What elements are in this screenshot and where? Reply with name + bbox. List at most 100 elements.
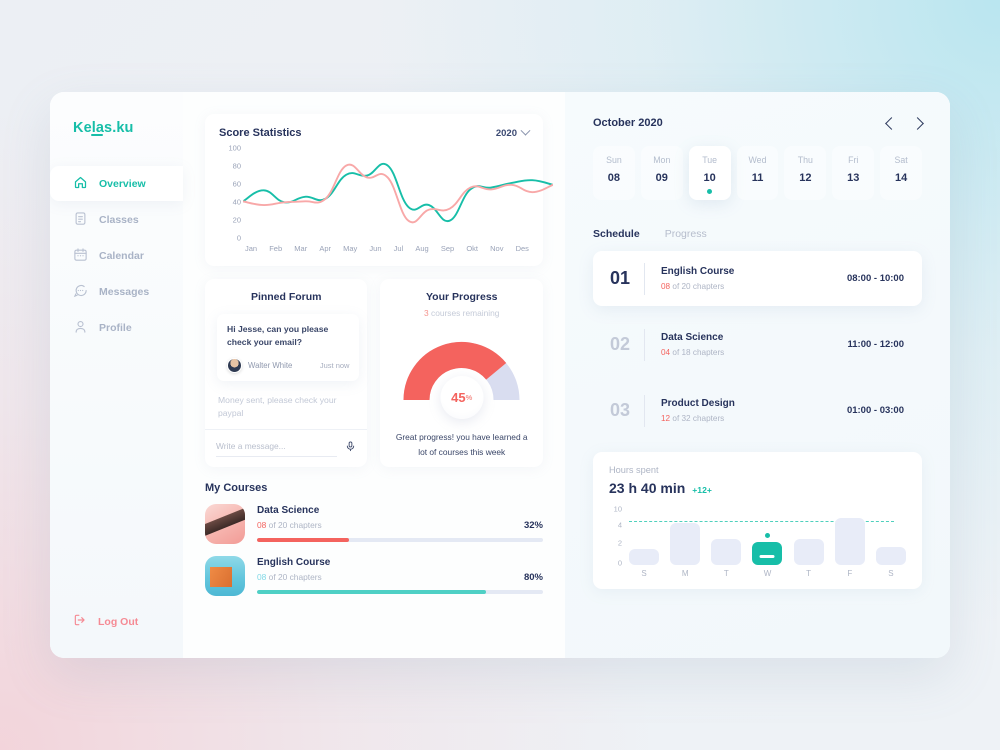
sidebar-item-label: Messages (99, 285, 150, 298)
sidebar-item-profile[interactable]: Profile (50, 310, 183, 345)
bar-column[interactable] (711, 539, 742, 565)
course-body: Data Science 08 of 20 chapters 32% (257, 504, 543, 542)
hours-spent-card: Hours spent 23 h 40 min +12+ 10 4 2 0 S … (593, 452, 922, 589)
bar (834, 518, 865, 565)
x-tick: Des (515, 244, 529, 253)
calendar-month: October 2020 (593, 117, 663, 129)
my-courses-title: My Courses (205, 482, 268, 494)
y-tick: 20 (232, 215, 241, 225)
calendar-icon (73, 247, 88, 265)
dashboard-window: Kelas.ku Overview Classes Calendar Messa… (50, 92, 950, 658)
schedule-item[interactable]: 02 Data Science 04 of 18 chapters 11:00 … (593, 317, 922, 372)
x-tick: Aug (415, 244, 429, 253)
calendar-day-fri[interactable]: Fri 13 (832, 146, 875, 200)
calendar-day-tue[interactable]: Tue 10 (688, 146, 731, 200)
hours-label: Hours spent (609, 465, 659, 475)
sidebar-item-calendar[interactable]: Calendar (50, 238, 183, 273)
course-chapters: 08 of 20 chapters (257, 520, 322, 530)
bar-column[interactable] (629, 549, 659, 565)
forum-time: Just now (319, 360, 350, 370)
y-tick: 60 (232, 179, 241, 189)
bar-column[interactable] (670, 523, 701, 565)
course-chapters-done: 08 (257, 572, 267, 582)
score-chart-svg (243, 162, 553, 224)
x-axis-labels: Jan Feb Mar Apr May Jun Jul Aug Sep Okt … (245, 244, 529, 253)
chevron-left-icon[interactable] (885, 116, 898, 130)
panel-tabs: Schedule Progress (593, 228, 922, 240)
schedule-number: 02 (610, 334, 631, 354)
day-number: 08 (607, 172, 621, 184)
course-progress-fill (257, 590, 486, 594)
course-row[interactable]: Data Science 08 of 20 chapters 32% (205, 504, 543, 544)
day-number: 09 (655, 172, 668, 184)
day-name: Sun (606, 155, 622, 165)
x-tick: Mar (294, 244, 308, 253)
calendar-day-sun[interactable]: Sun 08 (593, 146, 635, 200)
chevron-down-icon (520, 125, 531, 136)
logout-label: Log Out (98, 615, 139, 628)
logout-button[interactable]: Log Out (50, 613, 138, 630)
home-icon (73, 175, 88, 193)
bar-x-labels: S M T W T F S (629, 569, 906, 578)
middle-row: Pinned Forum Hi Jesse, can you please ch… (205, 279, 543, 467)
hours-value-row: 23 h 40 min +12+ (609, 480, 906, 496)
bar-column[interactable] (834, 518, 865, 565)
chevron-right-icon[interactable] (911, 116, 924, 130)
x-tick: Feb (269, 244, 283, 253)
sidebar-item-overview[interactable]: Overview (50, 166, 183, 201)
forum-ghost-message: Money sent, please check your paypal (218, 394, 337, 419)
calendar-day-sat[interactable]: Sat 14 (880, 146, 923, 200)
brand-underline (91, 134, 103, 136)
pinned-forum-card: Pinned Forum Hi Jesse, can you please ch… (205, 279, 368, 467)
sidebar-item-classes[interactable]: Classes (50, 202, 183, 237)
forum-message-bubble[interactable]: Hi Jesse, can you please check your emai… (217, 314, 360, 381)
tab-schedule[interactable]: Schedule (593, 228, 640, 240)
brand-logo[interactable]: Kelas.ku (50, 120, 183, 136)
year-select[interactable]: 2020 (496, 125, 531, 139)
schedule-item[interactable]: 01 English Course 08 of 20 chapters 08:0… (593, 251, 922, 306)
hours-bar-chart: 10 4 2 0 S M T W T F S (609, 505, 906, 579)
tab-progress[interactable]: Progress (665, 228, 707, 240)
your-progress-card: Your Progress 3 courses remaining 45% Gr… (380, 279, 543, 467)
day-name: Thu (797, 155, 813, 165)
data-science-thumbnail (205, 504, 245, 544)
course-percent: 32% (523, 520, 543, 531)
bar-column[interactable] (752, 532, 783, 565)
course-name: English Course (257, 557, 331, 568)
microphone-icon[interactable] (337, 440, 356, 458)
calendar-day-wed[interactable]: Wed 11 (736, 146, 779, 200)
bar-column[interactable] (793, 539, 824, 565)
x-tick: M (681, 569, 689, 578)
hours-value: 23 h 40 min (609, 480, 686, 496)
y-tick: 0 (236, 233, 241, 243)
schedule-time: 11:00 - 12:00 (847, 339, 904, 350)
schedule-chapters: 04 of 18 chapters (661, 348, 724, 357)
schedule-divider (644, 394, 645, 427)
bar-y-axis: 10 4 2 0 (609, 505, 622, 567)
forum-message-meta: Walter White Just now (227, 357, 350, 373)
calendar-day-thu[interactable]: Thu 12 (784, 146, 827, 200)
bar-column[interactable] (875, 546, 906, 565)
schedule-chapters-done: 08 (661, 282, 671, 291)
sidebar-item-messages[interactable]: Messages (50, 274, 183, 309)
course-row[interactable]: English Course 08 of 20 chapters 80% (205, 556, 543, 596)
calendar-header: October 2020 (593, 116, 924, 130)
day-number: 12 (799, 172, 812, 184)
course-progress-bar (257, 590, 543, 594)
forum-author: Walter White (248, 360, 293, 370)
bar (711, 539, 742, 565)
day-name: Fri (848, 155, 859, 165)
message-input-row[interactable]: Write a message... (205, 429, 368, 467)
course-progress-bar (257, 538, 543, 542)
x-tick: Okt (466, 244, 478, 253)
course-percent: 80% (523, 572, 543, 583)
message-input-placeholder[interactable]: Write a message... (216, 441, 338, 457)
x-tick: T (806, 569, 812, 578)
schedule-body: Product Design 12 of 32 chapters (661, 398, 735, 423)
hours-delta: +12+ (692, 485, 712, 495)
course-body: English Course 08 of 20 chapters 80% (257, 556, 543, 594)
progress-gauge-hub: 45% (440, 376, 484, 419)
schedule-item[interactable]: 03 Product Design 12 of 32 chapters 01:0… (593, 383, 922, 438)
calendar-day-mon[interactable]: Mon 09 (640, 146, 683, 200)
schedule-chapters-total: of 20 chapters (670, 282, 725, 291)
